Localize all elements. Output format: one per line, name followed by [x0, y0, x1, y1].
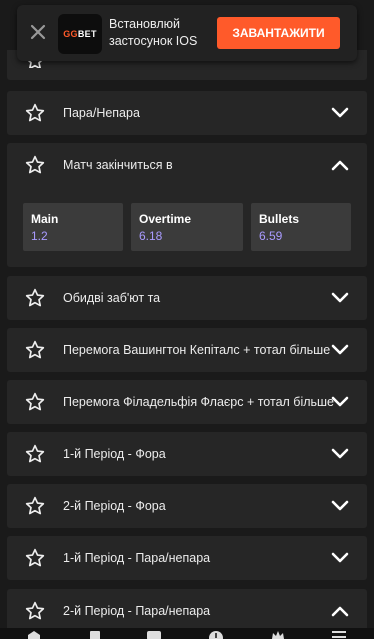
clock-icon[interactable] [209, 630, 223, 639]
star-icon[interactable] [25, 103, 45, 123]
market-row[interactable]: Обидві заб'ют та [7, 276, 367, 320]
chevron-down-icon[interactable] [331, 343, 349, 357]
chevron-down-icon[interactable] [331, 106, 349, 120]
app-logo: GG BET [58, 14, 102, 54]
odds-name: Main [31, 212, 59, 226]
download-button[interactable]: ЗАВАНТАЖИТИ [217, 17, 340, 49]
market-title: Перемога Філадельфія Флаєрс + тотал біль… [63, 395, 335, 409]
odds-value: 1.2 [31, 229, 48, 243]
star-icon[interactable] [25, 392, 45, 412]
market-title: 1-й Період - Фора [63, 447, 166, 461]
chevron-up-icon[interactable] [331, 604, 349, 618]
chevron-down-icon[interactable] [331, 551, 349, 565]
market-row[interactable]: Перемога Філадельфія Флаєрс + тотал біль… [7, 380, 367, 424]
market-row[interactable]: Перемога Вашингтон Кепіталс + тотал біль… [7, 328, 367, 372]
chevron-up-icon[interactable] [331, 158, 349, 172]
market-title: Матч закінчиться в [63, 158, 173, 172]
market-title: Перемога Вашингтон Кепіталс + тотал біль… [63, 343, 331, 357]
home-icon[interactable] [27, 630, 41, 639]
chevron-down-icon[interactable] [331, 291, 349, 305]
chevron-down-icon[interactable] [331, 499, 349, 513]
market-row-expanded[interactable]: Матч закінчиться в Main 1.2 Overtime 6.1… [7, 143, 367, 267]
close-icon[interactable] [29, 23, 47, 41]
star-icon[interactable] [25, 444, 45, 464]
odds-value: 6.59 [259, 229, 283, 243]
odds-button-bullets[interactable]: Bullets 6.59 [251, 203, 351, 251]
odds-name: Bullets [259, 212, 300, 226]
banner-message: Встановлюй застосунок IOS [109, 17, 198, 48]
market-row[interactable]: 2-й Період - Фора [7, 484, 367, 528]
star-icon[interactable] [25, 496, 45, 516]
menu-icon[interactable] [332, 630, 346, 639]
star-icon[interactable] [25, 288, 45, 308]
market-title: Пара/Непара [63, 106, 140, 120]
odds-value: 6.18 [139, 229, 163, 243]
cards-icon[interactable] [88, 630, 102, 639]
odds-button-main[interactable]: Main 1.2 [23, 203, 123, 251]
odds-name: Overtime [139, 212, 192, 226]
market-row[interactable]: 1-й Період - Фора [7, 432, 367, 476]
odds-button-overtime[interactable]: Overtime 6.18 [131, 203, 243, 251]
market-title: 2-й Період - Фора [63, 499, 166, 513]
star-icon[interactable] [25, 601, 45, 621]
chevron-down-icon[interactable] [331, 447, 349, 461]
market-row[interactable]: Пара/Непара [7, 91, 367, 135]
logo-bet-text: BET [77, 29, 97, 39]
bet-icon[interactable] [147, 630, 161, 639]
crown-icon[interactable] [271, 630, 285, 639]
chevron-down-icon[interactable] [331, 395, 349, 409]
bottom-navigation [0, 628, 374, 639]
logo-gg-text: GG [63, 29, 78, 39]
market-title: 1-й Період - Пара/непара [63, 551, 211, 565]
star-icon[interactable] [25, 155, 45, 175]
market-title: Обидві заб'ют та [63, 291, 161, 305]
market-title: 2-й Період - Пара/непара [63, 604, 211, 618]
star-icon[interactable] [25, 548, 45, 568]
star-icon[interactable] [25, 340, 45, 360]
market-row[interactable]: 1-й Період - Пара/непара [7, 536, 367, 580]
install-app-banner: GG BET Встановлюй застосунок IOS ЗАВАНТАЖ… [17, 5, 357, 61]
